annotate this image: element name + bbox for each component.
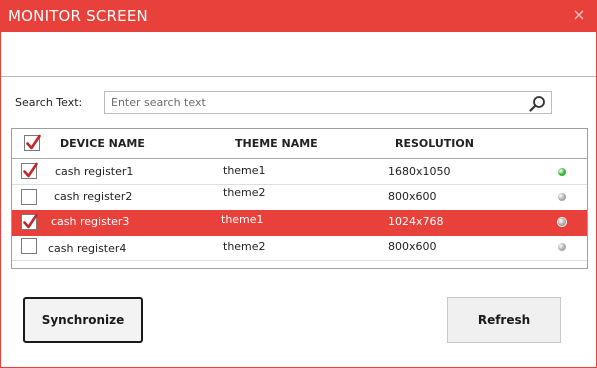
search-icon[interactable] <box>529 95 546 112</box>
row-checkbox[interactable] <box>21 238 37 254</box>
window-title: MONITOR SCREEN <box>8 7 148 25</box>
search-label: Search Text: <box>15 96 83 109</box>
resolution-cell: 800x600 <box>388 190 437 203</box>
device-table: DEVICE NAME THEME NAME RESOLUTION cash r… <box>11 128 588 269</box>
row-checkbox[interactable] <box>21 213 38 230</box>
resolution-cell: 1680x1050 <box>388 165 451 178</box>
theme-name-cell: theme1 <box>223 164 266 177</box>
status-indicator-icon <box>558 218 566 226</box>
resolution-cell: 1024x768 <box>388 215 444 228</box>
device-name-cell: cash register4 <box>48 242 127 255</box>
monitor-screen-window: MONITOR SCREEN × Search Text: DEVICE NAM… <box>0 0 597 368</box>
status-indicator-icon <box>558 168 566 176</box>
status-indicator-icon <box>558 193 566 201</box>
table-row[interactable]: cash register2 theme2 800x600 <box>12 185 587 211</box>
row-checkbox[interactable] <box>21 189 37 205</box>
close-icon[interactable]: × <box>572 6 586 24</box>
theme-name-cell: theme2 <box>223 240 266 253</box>
column-header-device-name[interactable]: DEVICE NAME <box>60 137 145 150</box>
row-checkbox[interactable] <box>21 162 38 179</box>
check-mark-icon <box>23 162 38 178</box>
table-row[interactable]: cash register4 theme2 800x600 <box>12 235 587 261</box>
table-row[interactable]: cash register1 theme1 1680x1050 <box>12 159 587 185</box>
title-bar: MONITOR SCREEN × <box>1 1 596 32</box>
device-name-cell: cash register3 <box>51 215 130 228</box>
search-input[interactable] <box>111 94 511 111</box>
table-row[interactable]: cash register3 theme1 1024x768 <box>12 210 587 236</box>
check-mark-icon <box>23 213 38 229</box>
check-mark-icon <box>26 134 41 150</box>
refresh-button[interactable]: Refresh <box>447 297 561 343</box>
theme-name-cell: theme2 <box>223 186 266 199</box>
column-header-resolution[interactable]: RESOLUTION <box>395 137 474 150</box>
device-name-cell: cash register2 <box>54 190 133 203</box>
select-all-checkbox[interactable] <box>24 134 41 151</box>
theme-name-cell: theme1 <box>221 213 264 226</box>
header-divider <box>1 76 596 77</box>
table-header: DEVICE NAME THEME NAME RESOLUTION <box>12 129 587 159</box>
device-name-cell: cash register1 <box>55 165 134 178</box>
synchronize-button[interactable]: Synchronize <box>23 297 143 343</box>
search-box[interactable] <box>104 91 552 114</box>
status-indicator-icon <box>558 243 566 251</box>
resolution-cell: 800x600 <box>388 240 437 253</box>
column-header-theme-name[interactable]: THEME NAME <box>235 137 318 150</box>
